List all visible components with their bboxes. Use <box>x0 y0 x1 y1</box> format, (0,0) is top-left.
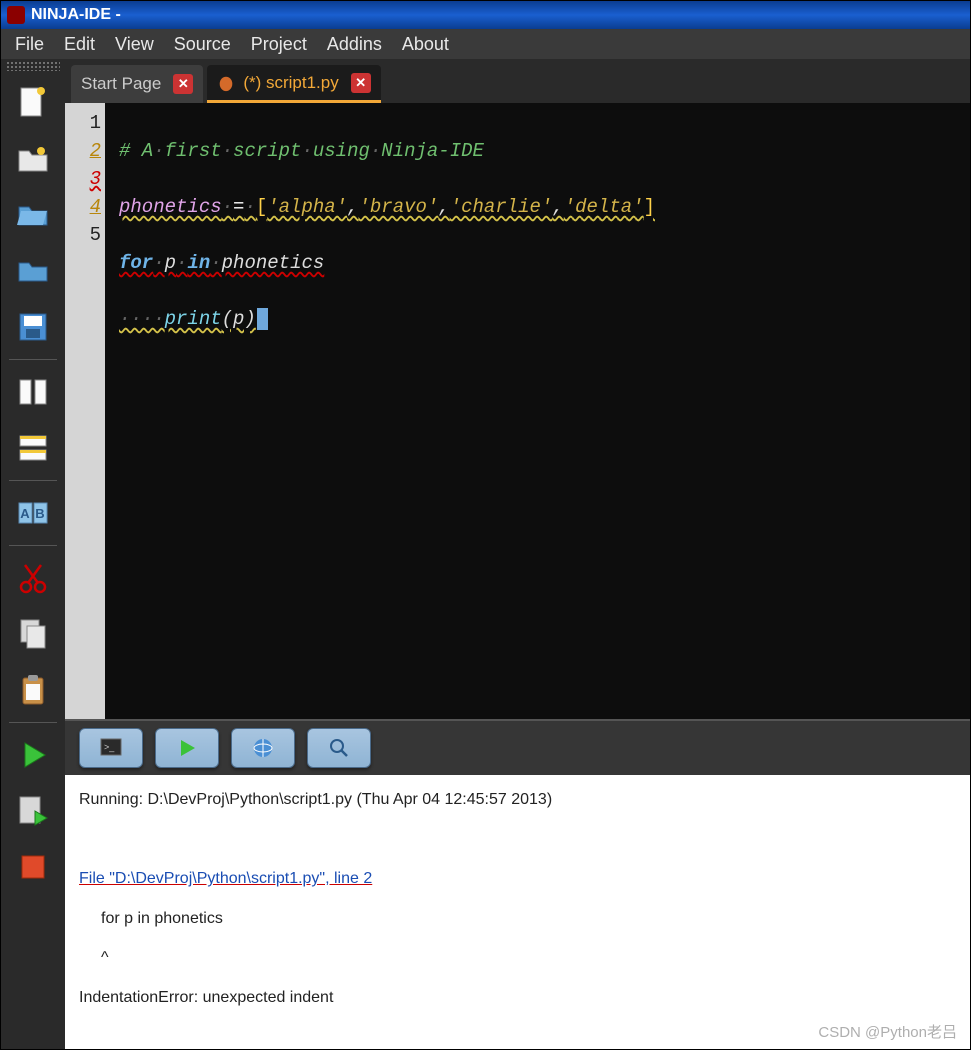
tabbar: Start Page ✕ (*) script1.py ✕ <box>65 59 970 103</box>
console-panel: >_ Running: D:\DevProj\Python\script1.py… <box>65 719 970 1049</box>
tab-start-page[interactable]: Start Page ✕ <box>71 65 203 103</box>
svg-text:B: B <box>35 506 44 521</box>
new-project-button[interactable] <box>11 137 55 181</box>
tab-label: (*) script1.py <box>243 73 338 93</box>
window-title: NINJA-IDE - <box>31 6 121 24</box>
new-file-button[interactable] <box>11 81 55 125</box>
cut-button[interactable] <box>11 556 55 600</box>
menu-about[interactable]: About <box>392 30 459 59</box>
line-number: 5 <box>65 221 101 249</box>
toolbar-grip[interactable] <box>6 61 60 71</box>
console-web-button[interactable] <box>231 728 295 768</box>
console-error-link[interactable]: File "D:\DevProj\Python\script1.py", lin… <box>79 870 372 887</box>
console-terminal-button[interactable]: >_ <box>79 728 143 768</box>
tab-script1[interactable]: (*) script1.py ✕ <box>207 65 380 103</box>
app-icon <box>7 6 25 24</box>
console-caret-line: ^ <box>79 945 956 971</box>
titlebar: NINJA-IDE - <box>1 1 970 29</box>
line-number: 2 <box>65 137 101 165</box>
line-gutter: 1 2 3 4 5 <box>65 103 105 719</box>
close-icon[interactable]: ✕ <box>173 74 193 94</box>
console-running-line: Running: D:\DevProj\Python\script1.py (T… <box>79 787 956 813</box>
menubar: File Edit View Source Project Addins Abo… <box>1 29 970 59</box>
menu-file[interactable]: File <box>5 30 54 59</box>
menu-source[interactable]: Source <box>164 30 241 59</box>
code-area[interactable]: # A·first·script·using·Ninja-IDE phoneti… <box>105 103 970 719</box>
line-number: 1 <box>65 109 101 137</box>
watermark: CSDN @Python老吕 <box>818 1021 957 1042</box>
menu-edit[interactable]: Edit <box>54 30 105 59</box>
svg-text:>_: >_ <box>104 742 115 752</box>
sidebar-toolbar: AB <box>1 59 65 1049</box>
tab-label: Start Page <box>81 74 161 94</box>
split-horizontal-button[interactable] <box>11 426 55 470</box>
paste-button[interactable] <box>11 668 55 712</box>
console-code-line: for p in phonetics <box>79 906 956 932</box>
text-cursor <box>257 308 268 330</box>
split-vertical-button[interactable] <box>11 370 55 414</box>
line-number: 3 <box>65 165 101 193</box>
console-toolbar: >_ <box>65 721 970 775</box>
menu-project[interactable]: Project <box>241 30 317 59</box>
stop-button[interactable] <box>11 845 55 889</box>
line-number: 4 <box>65 193 101 221</box>
console-error-msg: IndentationError: unexpected indent <box>79 985 956 1011</box>
follow-mode-button[interactable]: AB <box>11 491 55 535</box>
close-icon[interactable]: ✕ <box>351 73 371 93</box>
console-run-button[interactable] <box>155 728 219 768</box>
menu-addins[interactable]: Addins <box>317 30 392 59</box>
copy-button[interactable] <box>11 612 55 656</box>
python-icon <box>217 74 235 92</box>
console-output[interactable]: Running: D:\DevProj\Python\script1.py (T… <box>65 775 970 1049</box>
open-project-button[interactable] <box>11 249 55 293</box>
save-button[interactable] <box>11 305 55 349</box>
run-file-button[interactable] <box>11 789 55 833</box>
open-file-button[interactable] <box>11 193 55 237</box>
menu-view[interactable]: View <box>105 30 164 59</box>
console-search-button[interactable] <box>307 728 371 768</box>
run-button[interactable] <box>11 733 55 777</box>
svg-text:A: A <box>20 506 30 521</box>
code-editor[interactable]: 1 2 3 4 5 # A·first·script·using·Ninja-I… <box>65 103 970 719</box>
